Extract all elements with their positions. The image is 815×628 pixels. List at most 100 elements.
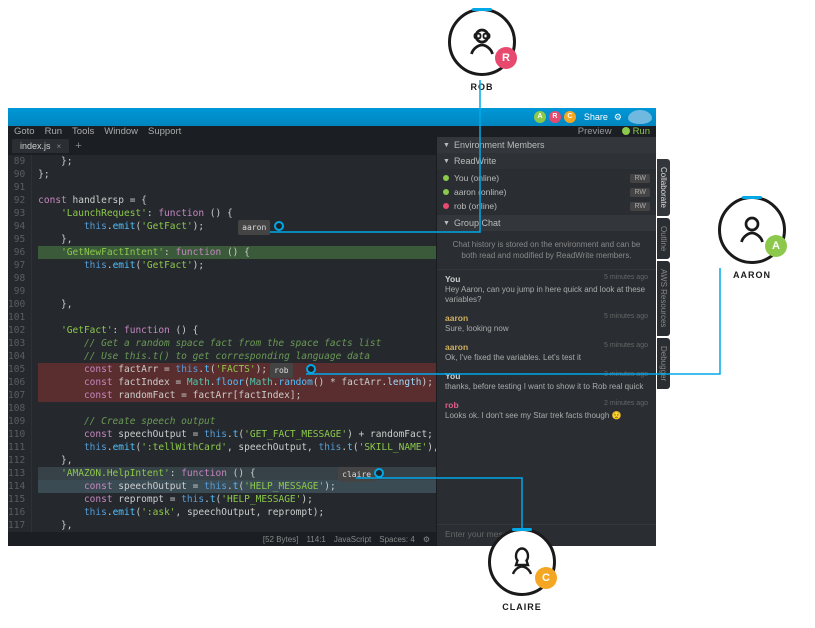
editor-pane: index.js × + 899091929394959697989910010… <box>8 137 436 546</box>
vtab-debugger[interactable]: Debugger <box>657 338 670 389</box>
code-line[interactable]: this.emit(':ask', speechOutput, reprompt… <box>38 506 436 519</box>
code-line[interactable]: // Create speech output <box>38 415 436 428</box>
status-language[interactable]: JavaScript <box>334 535 371 544</box>
status-spaces[interactable]: Spaces: 4 <box>379 535 415 544</box>
menu-window[interactable]: Window <box>104 126 138 137</box>
menu-tools[interactable]: Tools <box>72 126 94 137</box>
status-cursor-pos: 114:1 <box>306 535 325 544</box>
collab-cursor-aaron: aaron <box>238 220 270 235</box>
line-number: 104 <box>8 350 25 363</box>
avatar-rob[interactable]: R <box>549 111 561 123</box>
member-row[interactable]: rob (online)RW <box>437 199 656 213</box>
code-line[interactable]: }, <box>38 519 436 532</box>
msg-time: 5 minutes ago <box>604 274 648 281</box>
code-line[interactable]: const speechOutput = this.t('GET_FACT_ME… <box>38 428 436 441</box>
line-number: 108 <box>8 402 25 415</box>
code-line[interactable]: 'LaunchRequest': function () { <box>38 207 436 220</box>
code-line[interactable] <box>38 272 436 285</box>
code-line[interactable]: this.emit(':tellWithCard', speechOutput,… <box>38 441 436 454</box>
vtab-aws-resources[interactable]: AWS Resources <box>657 261 670 335</box>
share-button[interactable]: Share <box>584 112 608 122</box>
line-number: 103 <box>8 337 25 350</box>
code-line[interactable]: // Use this.t() to get corresponding lan… <box>38 350 436 363</box>
code-line[interactable]: 'GetNewFactIntent': function () { <box>38 246 436 259</box>
line-number: 109 <box>8 415 25 428</box>
line-number: 89 <box>8 155 25 168</box>
code-line[interactable]: const randomFact = factArr[factIndex]; <box>38 389 436 402</box>
code-line[interactable]: const speechOutput = this.t('HELP_MESSAG… <box>38 480 436 493</box>
code-line[interactable]: }, <box>38 298 436 311</box>
code-line[interactable]: this.emit('GetFact');aaron <box>38 220 436 233</box>
menu-goto[interactable]: Goto <box>14 126 35 137</box>
avatar-aaron[interactable]: A <box>534 111 546 123</box>
line-number: 96 <box>8 246 25 259</box>
preview-button[interactable]: Preview <box>578 126 612 137</box>
presence-dot-icon <box>443 203 449 209</box>
avatar-claire[interactable]: C <box>564 111 576 123</box>
msg-author: You <box>445 371 460 381</box>
code-line[interactable]: }, <box>38 454 436 467</box>
line-number: 99 <box>8 285 25 298</box>
code-line[interactable]: const factArr = this.t('FACTS');rob <box>38 363 436 376</box>
msg-author: aaron <box>445 313 468 323</box>
msg-time: 5 minutes ago <box>604 342 648 349</box>
msg-author: You <box>445 274 460 284</box>
readwrite-label: ReadWrite <box>454 156 496 166</box>
code-line[interactable]: const factIndex = Math.floor(Math.random… <box>38 376 436 389</box>
close-tab-icon[interactable]: × <box>57 142 62 151</box>
code-line[interactable]: 'GetFact': function () { <box>38 324 436 337</box>
code-editor[interactable]: 8990919293949596979899100101102103104105… <box>8 155 436 532</box>
permission-badge[interactable]: RW <box>630 174 650 183</box>
code-line[interactable] <box>38 285 436 298</box>
settings-icon[interactable]: ⚙ <box>423 535 430 544</box>
vtab-outline[interactable]: Outline <box>657 218 670 259</box>
new-tab-button[interactable]: + <box>75 140 81 152</box>
chat-message: You3 minutes agothanks, before testing I… <box>445 371 648 392</box>
collaborate-panel: ▼ Environment Members ▼ ReadWrite You (o… <box>436 137 656 546</box>
tab-bar: index.js × + <box>8 137 436 155</box>
line-number: 98 <box>8 272 25 285</box>
tab-label: index.js <box>20 141 51 151</box>
code-line[interactable]: }; <box>38 168 436 181</box>
member-row[interactable]: aaron (online)RW <box>437 185 656 199</box>
menu-run[interactable]: Run <box>45 126 62 137</box>
status-bar: [52 Bytes] 114:1 JavaScript Spaces: 4 ⚙ <box>8 532 436 546</box>
readwrite-header[interactable]: ▼ ReadWrite <box>437 153 656 169</box>
code-line[interactable]: this.emit('GetFact'); <box>38 259 436 272</box>
settings-icon[interactable]: ⚙ <box>614 112 622 123</box>
persona-label: AARON <box>718 270 786 280</box>
presence-dot-icon <box>443 189 449 195</box>
code-line[interactable]: }; <box>38 155 436 168</box>
env-members-header[interactable]: ▼ Environment Members <box>437 137 656 153</box>
chevron-down-icon: ▼ <box>443 220 450 227</box>
cloud9-icon <box>628 110 652 124</box>
permission-badge[interactable]: RW <box>630 188 650 197</box>
menu-support[interactable]: Support <box>148 126 181 137</box>
persona-label: CLAIRE <box>488 602 556 612</box>
code-line[interactable]: }, <box>38 233 436 246</box>
msg-author: aaron <box>445 342 468 352</box>
member-row[interactable]: You (online)RW <box>437 171 656 185</box>
tab-index-js[interactable]: index.js × <box>12 139 69 153</box>
permission-badge[interactable]: RW <box>630 202 650 211</box>
vtab-collaborate[interactable]: Collaborate <box>657 159 670 216</box>
group-chat-header[interactable]: ▼ Group Chat <box>437 215 656 231</box>
line-number: 117 <box>8 519 25 532</box>
code-line[interactable]: const handlersp = { <box>38 194 436 207</box>
code-line[interactable] <box>38 181 436 194</box>
code-line[interactable]: const reprompt = this.t('HELP_MESSAGE'); <box>38 493 436 506</box>
line-number: 90 <box>8 168 25 181</box>
chat-info-text: Chat history is stored on the environmen… <box>437 231 656 270</box>
line-number: 101 <box>8 311 25 324</box>
code-line[interactable]: // Get a random space fact from the spac… <box>38 337 436 350</box>
line-number: 93 <box>8 207 25 220</box>
code-line[interactable] <box>38 311 436 324</box>
chevron-down-icon: ▼ <box>443 142 450 149</box>
chat-message: aaron5 minutes agoSure, looking now <box>445 313 648 334</box>
code-line[interactable] <box>38 402 436 415</box>
msg-author: rob <box>445 400 459 410</box>
code-line[interactable]: 'AMAZON.HelpIntent': function () {claire <box>38 467 436 480</box>
run-button[interactable]: Run <box>622 126 650 137</box>
msg-body: Looks ok. I don't see my Star trek facts… <box>445 411 648 421</box>
line-number: 116 <box>8 506 25 519</box>
